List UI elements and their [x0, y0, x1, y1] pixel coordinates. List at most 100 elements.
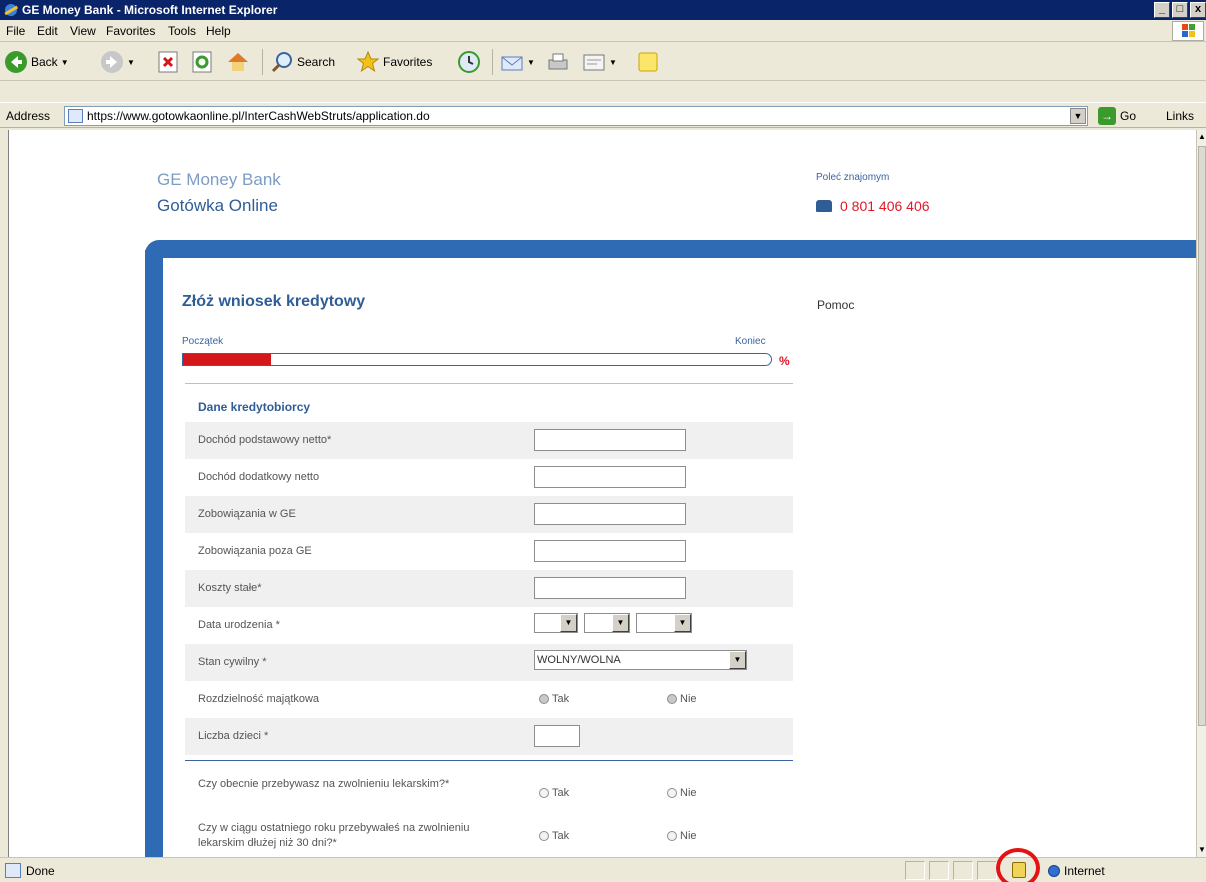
page-title: Złóż wniosek kredytowy: [182, 293, 366, 310]
menu-help[interactable]: Help: [206, 24, 231, 38]
favorites-button[interactable]: Favorites: [356, 47, 432, 77]
long-sick-leave-no-radio[interactable]: Nie: [667, 830, 697, 842]
birth-day-select[interactable]: ▼: [534, 613, 578, 633]
birth-year-select[interactable]: ▼: [636, 613, 692, 633]
phone-icon: [816, 200, 832, 212]
progress-end-label: Koniec: [735, 336, 766, 347]
radio-icon: [667, 831, 677, 841]
address-url: https://www.gotowkaonline.pl/InterCashWe…: [87, 109, 430, 123]
long-sick-leave-question: Czy w ciągu ostatniego roku przebywałeś …: [198, 822, 470, 849]
net-extra-income-input[interactable]: [534, 466, 686, 488]
radio-icon: [667, 694, 677, 704]
menu-tools[interactable]: Tools: [168, 24, 196, 38]
messenger-button[interactable]: [636, 47, 660, 77]
recommend-link[interactable]: Poleć znajomym: [816, 172, 889, 183]
page-viewport: GE Money Bank Gotówka Online Poleć znajo…: [8, 130, 1196, 857]
menu-edit[interactable]: Edit: [37, 24, 58, 38]
ie-app-icon: [4, 4, 19, 16]
go-button[interactable]: → Go: [1098, 107, 1136, 125]
history-button[interactable]: [457, 47, 481, 77]
sick-leave-no-radio[interactable]: Nie: [667, 787, 697, 799]
chevron-down-icon: ▼: [560, 614, 577, 632]
edit-page-icon: [583, 54, 605, 71]
radio-icon: [539, 694, 549, 704]
net-base-income-input[interactable]: [534, 429, 686, 451]
address-input[interactable]: https://www.gotowkaonline.pl/InterCashWe…: [64, 106, 1088, 126]
field-label: Zobowiązania w GE: [198, 508, 296, 520]
property-yes-radio[interactable]: Tak: [539, 693, 569, 705]
maximize-button[interactable]: □: [1172, 2, 1188, 18]
product-name: Gotówka Online: [157, 196, 278, 215]
status-cell: [905, 861, 925, 880]
property-row: Rozdzielność majątkowa Tak Nie: [185, 681, 793, 718]
forward-button[interactable]: ▼: [100, 47, 135, 77]
note-icon: [638, 52, 658, 72]
home-icon: [228, 53, 248, 71]
radio-label: Nie: [680, 830, 697, 842]
sick-leave-question: Czy obecnie przebywasz na zwolnieniu lek…: [198, 778, 450, 790]
menu-bar: File Edit View Favorites Tools Help: [0, 20, 1206, 42]
mail-dropdown-icon[interactable]: ▼: [527, 58, 535, 67]
children-count-input[interactable]: [534, 725, 580, 747]
status-text: Done: [26, 864, 55, 878]
search-button[interactable]: Search: [270, 47, 335, 77]
field-row: Zobowiązania w GE: [185, 496, 793, 533]
birth-date-row: Data urodzenia * ▼ ▼ ▼: [185, 607, 793, 644]
long-sick-leave-yes-radio[interactable]: Tak: [539, 830, 569, 842]
browser-window: GE Money Bank - Microsoft Internet Explo…: [0, 0, 1206, 882]
links-toolbar[interactable]: Links: [1166, 109, 1194, 123]
content-frame-top: [145, 240, 1196, 258]
menu-file[interactable]: File: [6, 24, 25, 38]
refresh-button[interactable]: [190, 47, 214, 77]
fixed-costs-input[interactable]: [534, 577, 686, 599]
field-label: Koszty stałe*: [198, 582, 262, 594]
radio-label: Nie: [680, 787, 697, 799]
help-link[interactable]: Pomoc: [817, 298, 854, 312]
stop-button[interactable]: [156, 47, 180, 77]
print-button[interactable]: [546, 47, 570, 77]
radio-label: Tak: [552, 787, 570, 799]
other-liabilities-input[interactable]: [534, 540, 686, 562]
marital-label: Stan cywilny *: [198, 656, 267, 668]
highlight-circle: [996, 848, 1040, 882]
chevron-down-icon: ▼: [612, 614, 629, 632]
scroll-down-icon[interactable]: ▼: [1197, 843, 1206, 857]
status-cell: [977, 861, 997, 880]
forward-arrow-icon: [101, 51, 123, 73]
back-button[interactable]: Back ▼: [4, 47, 69, 77]
sick-leave-yes-radio[interactable]: Tak: [539, 787, 569, 799]
menu-view[interactable]: View: [70, 24, 96, 38]
back-dropdown-icon[interactable]: ▼: [61, 58, 69, 67]
search-label: Search: [297, 55, 336, 69]
ge-liabilities-input[interactable]: [534, 503, 686, 525]
windows-logo-icon: [1172, 21, 1204, 41]
mail-icon: [501, 56, 523, 71]
field-row: Dochód dodatkowy netto: [185, 459, 793, 496]
zone-label: Internet: [1064, 864, 1105, 878]
forward-dropdown-icon[interactable]: ▼: [127, 58, 135, 67]
birth-date-label: Data urodzenia *: [198, 619, 280, 631]
section-title: Dane kredytobiorcy: [198, 400, 311, 414]
home-button[interactable]: [226, 47, 250, 77]
property-no-radio[interactable]: Nie: [667, 693, 697, 705]
birth-month-select[interactable]: ▼: [584, 613, 630, 633]
radio-label: Tak: [552, 830, 570, 842]
scroll-thumb[interactable]: [1198, 146, 1206, 726]
favorites-star-icon: [356, 50, 380, 73]
edit-dropdown-icon[interactable]: ▼: [609, 58, 617, 67]
progress-percent: %: [779, 354, 790, 368]
scroll-up-icon[interactable]: ▲: [1197, 130, 1206, 144]
mail-button[interactable]: ▼: [500, 47, 535, 77]
edit-button[interactable]: ▼: [582, 47, 617, 77]
title-bar: GE Money Bank - Microsoft Internet Explo…: [0, 0, 1206, 20]
field-label: Dochód dodatkowy netto: [198, 471, 320, 483]
address-dropdown-icon[interactable]: ▼: [1070, 108, 1086, 124]
print-icon: [548, 53, 568, 70]
close-button[interactable]: x: [1190, 2, 1206, 18]
vertical-scrollbar[interactable]: ▲ ▼: [1196, 130, 1206, 857]
go-arrow-icon: →: [1098, 107, 1116, 125]
minimize-button[interactable]: _: [1154, 2, 1170, 18]
menu-favorites[interactable]: Favorites: [106, 24, 155, 38]
content-frame-left: [145, 250, 163, 857]
marital-status-select[interactable]: WOLNY/WOLNA ▼: [534, 650, 747, 670]
